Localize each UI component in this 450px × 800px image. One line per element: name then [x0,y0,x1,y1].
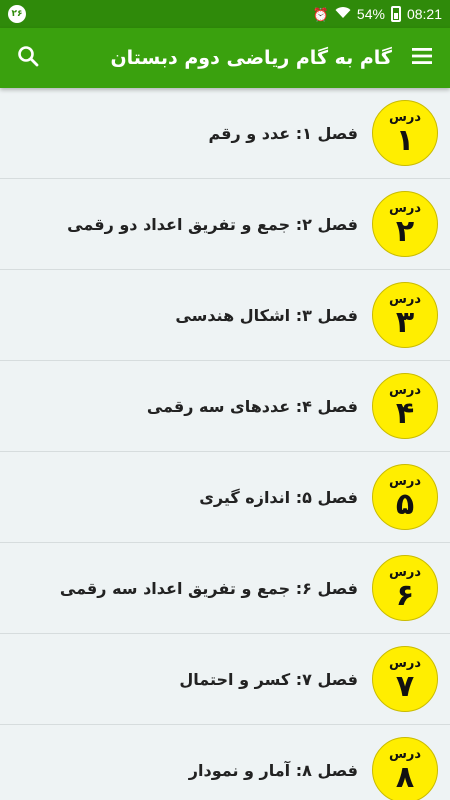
badge-label: درس [388,564,422,580]
app-bar: گام به گام ریاضی دوم دبستان [0,28,450,88]
lesson-title: فصل ۶: جمع و تفریق اعداد سه رقمی [59,578,358,598]
badge-number: ۲ [395,213,415,249]
menu-icon [411,47,433,69]
badge-label: درس [388,382,422,398]
lesson-item[interactable]: فصل ۸: آمار و نمودار درس ۸ [0,725,450,800]
wifi-icon [335,6,351,22]
lesson-item[interactable]: فصل ۵: اندازه گیری درس ۵ [0,452,450,543]
badge-number: ۳ [395,304,415,340]
lesson-item[interactable]: فصل ۴: عددهای سه رقمی درس ۴ [0,361,450,452]
lesson-badge: درس ۲ [372,191,438,257]
lesson-badge: درس ۶ [372,555,438,621]
lesson-title: فصل ۲: جمع و تفریق اعداد دو رقمی [67,214,358,234]
lesson-badge: درس ۳ [372,282,438,348]
status-time: 08:21 [406,6,442,22]
lesson-item[interactable]: فصل ۶: جمع و تفریق اعداد سه رقمی درس ۶ [0,543,450,634]
lesson-title: فصل ۱: عدد و رقم [208,123,358,143]
status-bar: ۲۶ ⏰ 54% 08:21 [0,0,450,28]
badge-label: درس [388,655,422,671]
page-title: گام به گام ریاضی دوم دبستان [110,47,392,69]
lesson-list: فصل ۱: عدد و رقم درس ۱ فصل ۲: جمع و تفری… [0,88,450,800]
lesson-badge: درس ۷ [372,646,438,712]
alarm-icon: ⏰ [312,6,329,22]
search-button[interactable] [12,42,44,74]
lesson-badge: درس ۵ [372,464,438,530]
badge-number: ۱ [395,122,415,158]
badge-number: ۴ [395,395,415,431]
badge-label: درس [388,109,422,125]
lesson-title: فصل ۴: عددهای سه رقمی [146,396,358,416]
badge-label: درس [388,291,422,307]
badge-label: درس [388,746,422,762]
badge-label: درس [388,473,422,489]
badge-number: ۷ [395,668,415,704]
badge-number: ۸ [395,759,415,795]
badge-label: درس [388,200,422,216]
lesson-badge: درس ۴ [372,373,438,439]
lesson-item[interactable]: فصل ۱: عدد و رقم درس ۱ [0,88,450,179]
lesson-title: فصل ۷: کسر و احتمال [179,669,358,689]
search-icon [17,45,39,71]
badge-number: ۵ [395,486,415,522]
battery-percent: 54% [356,6,385,22]
lesson-item[interactable]: فصل ۷: کسر و احتمال درس ۷ [0,634,450,725]
lesson-badge: درس ۸ [372,737,438,800]
lesson-title: فصل ۸: آمار و نمودار [188,760,358,780]
lesson-title: فصل ۳: اشکال هندسی [175,305,358,325]
badge-number: ۶ [395,577,415,613]
lesson-badge: درس ۱ [372,100,438,166]
lesson-item[interactable]: فصل ۳: اشکال هندسی درس ۳ [0,270,450,361]
notification-badge: ۲۶ [8,5,26,23]
battery-icon [390,6,401,22]
lesson-item[interactable]: فصل ۲: جمع و تفریق اعداد دو رقمی درس ۲ [0,179,450,270]
menu-button[interactable] [406,42,438,74]
lesson-title: فصل ۵: اندازه گیری [199,487,358,507]
